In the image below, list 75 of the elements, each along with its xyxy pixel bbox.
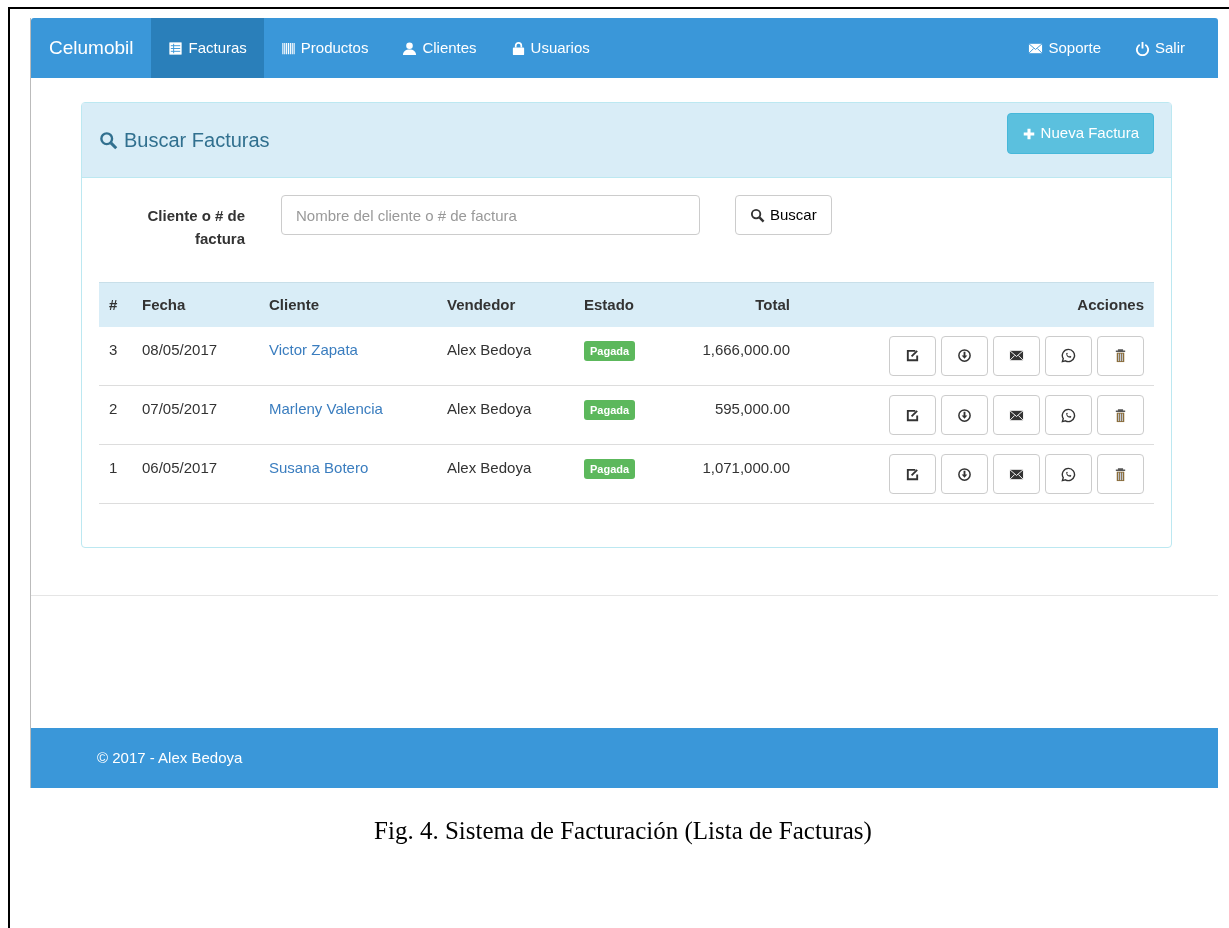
table-cell: 07/05/2017 [142,400,218,417]
user-icon [402,40,418,56]
envelope-icon [1009,348,1024,363]
table-cell: 3 [109,340,118,358]
delete-button[interactable] [1097,335,1144,376]
client-link[interactable]: Victor Zapata [269,340,358,358]
table-cell: 08/05/2017 [142,340,218,358]
column-header: Cliente [259,282,437,327]
plus-icon [1021,126,1036,141]
search-icon [750,207,765,223]
delete-button[interactable] [1097,454,1144,494]
table-cell: 1 [109,459,118,476]
table-cell: 1,666,000.00 [702,340,790,358]
status-badge: Pagada [584,459,636,479]
status-badge: Pagada [584,340,636,361]
download-button[interactable] [941,395,988,435]
field-label: Cliente o # de factura [146,206,245,249]
email-button[interactable] [993,335,1040,376]
trash-icon [1113,466,1128,482]
nav-link[interactable]: Soporte [1011,18,1118,78]
edit-button[interactable] [889,395,936,435]
table-cell: Alex Bedoya [447,400,532,417]
trash-icon [1113,348,1128,363]
nav-link[interactable]: Facturas [151,18,264,78]
chat-phone-icon [1061,348,1076,363]
status-badge: Pagada [584,400,636,420]
nav-link[interactable]: Salir [1118,18,1202,78]
table-cell: 2 [109,400,118,417]
column-header: # [99,282,132,327]
search-field[interactable]: Nombre del cliente o # de factura [281,195,700,235]
search-button[interactable]: Buscar [735,195,832,235]
search-icon [99,130,118,150]
lock-icon [510,40,526,56]
column-header: Acciones [800,282,1154,327]
column-header: Fecha [132,282,259,327]
edit-button[interactable] [889,454,936,494]
edit-button[interactable] [889,335,936,376]
client-link[interactable]: Susana Botero [269,459,369,476]
delete-button[interactable] [1097,395,1144,435]
column-header: Estado [574,282,664,327]
power-icon [1135,40,1150,56]
nav-link[interactable]: Clientes [385,18,494,78]
column-header: Vendedor [437,282,574,327]
table-icon [168,40,184,56]
column-header: Total [664,282,800,327]
table-cell: 1,071,000.00 [702,459,790,476]
download-icon [957,466,972,482]
table-cell: 595,000.00 [714,400,790,417]
envelope-icon [1009,466,1024,482]
table-cell: Alex Bedoya [447,340,532,358]
brand-link[interactable]: Celumobil [31,18,152,78]
edit-icon [905,348,920,363]
new-invoice-button[interactable]: Nueva Factura [1006,113,1154,154]
figure-caption: Fig. 4. Sistema de Facturación (Lista de Facturas) [373,816,873,847]
email-button[interactable] [993,454,1040,494]
envelope-icon [1028,40,1044,56]
chat-phone-icon [1061,407,1076,423]
client-link[interactable]: Marleny Valencia [269,400,383,417]
download-button[interactable] [941,335,988,376]
nav-link[interactable]: Productos [263,18,386,78]
envelope-icon [1009,407,1024,423]
edit-icon [905,466,920,482]
download-button[interactable] [941,454,988,494]
chat-phone-icon [1061,466,1076,482]
footer-text: © 2017 - Alex Bedoya [97,747,243,768]
email-button[interactable] [993,395,1040,435]
download-icon [957,407,972,423]
table-cell: Alex Bedoya [447,459,532,476]
panel-title-text: Buscar Facturas [124,128,270,153]
download-icon [957,348,972,363]
table-cell: 06/05/2017 [142,459,218,476]
edit-icon [905,407,920,423]
nav-link[interactable]: Usuarios [493,18,607,78]
trash-icon [1113,407,1128,423]
barcode-icon [280,40,296,56]
